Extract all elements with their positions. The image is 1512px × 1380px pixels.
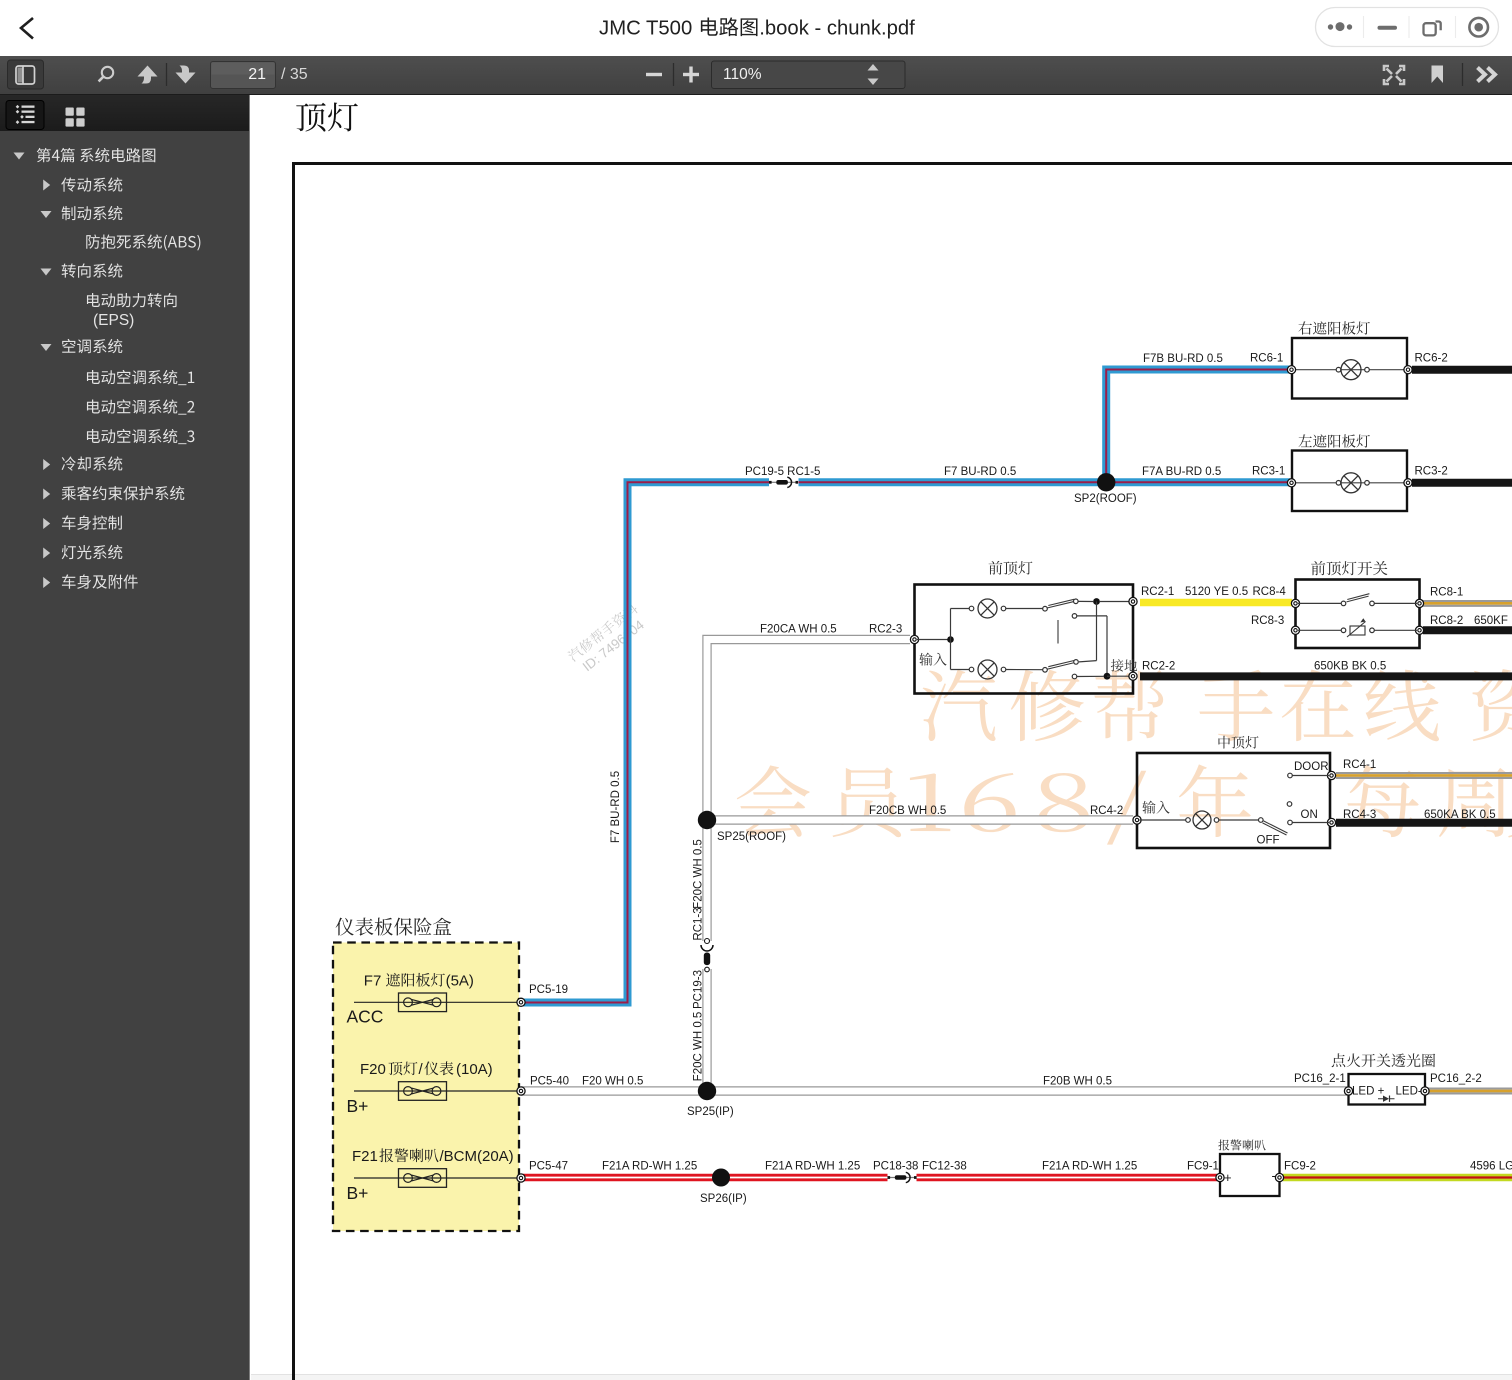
svg-text:ACC: ACC [347, 1007, 384, 1027]
svg-text:RC8-1: RC8-1 [1430, 587, 1463, 599]
svg-text:F7: F7 [364, 973, 382, 990]
svg-text:OFF: OFF [1257, 835, 1280, 847]
svg-text:PC16_2-2: PC16_2-2 [1430, 1073, 1482, 1085]
svg-text:F21: F21 [352, 1148, 378, 1165]
svg-text:650KA BK 0.5: 650KA BK 0.5 [1424, 809, 1496, 821]
svg-text:JMC T500: JMC T500 [599, 18, 692, 40]
svg-text:RC8-3: RC8-3 [1251, 615, 1284, 627]
svg-text:F20CB WH 0.5: F20CB WH 0.5 [869, 805, 946, 817]
svg-text:F7A BU-RD 0.5: F7A BU-RD 0.5 [1142, 466, 1221, 478]
svg-text:RC4-3: RC4-3 [1343, 809, 1376, 821]
svg-text:F7 BU-RD 0.5: F7 BU-RD 0.5 [944, 466, 1016, 478]
svg-text:FC9-1: FC9-1 [1187, 1161, 1219, 1173]
svg-text:RC6-1: RC6-1 [1250, 353, 1283, 365]
svg-text:F20 WH 0.5: F20 WH 0.5 [582, 1076, 643, 1088]
svg-text:SP26(IP): SP26(IP) [700, 1193, 747, 1205]
svg-text:SP25(ROOF): SP25(ROOF) [717, 831, 786, 843]
svg-text:PC5-47: PC5-47 [529, 1161, 568, 1173]
svg-text:ON: ON [1301, 809, 1318, 821]
svg-text:F7B BU-RD 0.5: F7B BU-RD 0.5 [1143, 353, 1223, 365]
svg-text:F20: F20 [360, 1061, 386, 1078]
svg-text:B+: B+ [347, 1096, 369, 1116]
svg-text:RC4-2: RC4-2 [1090, 805, 1123, 817]
svg-text:PC19-5 RC1-5: PC19-5 RC1-5 [745, 466, 820, 478]
svg-text:RC2-2: RC2-2 [1142, 661, 1175, 673]
svg-text:F20C WH 0.5: F20C WH 0.5 [693, 839, 705, 909]
svg-text:PC5-19: PC5-19 [529, 984, 568, 996]
svg-text:PC18-38: PC18-38 [873, 1161, 918, 1173]
svg-text:650KF BK 0.5: 650KF BK 0.5 [1474, 615, 1512, 627]
svg-text:PC19-3: PC19-3 [693, 970, 705, 1009]
svg-text:LED +: LED + [1352, 1086, 1385, 1098]
svg-text:FC9-2: FC9-2 [1284, 1161, 1316, 1173]
svg-text:+: + [1224, 1170, 1232, 1185]
svg-text:RC3-2: RC3-2 [1415, 466, 1448, 478]
svg-text:PC16_2-1: PC16_2-1 [1294, 1073, 1346, 1085]
svg-text:PC5-40: PC5-40 [530, 1076, 569, 1088]
svg-text:B+: B+ [347, 1183, 369, 1203]
svg-text:F21A RD-WH 1.25: F21A RD-WH 1.25 [765, 1161, 860, 1173]
svg-text:RC2-3: RC2-3 [869, 624, 902, 636]
svg-text:5120 YE 0.5: 5120 YE 0.5 [1185, 586, 1248, 598]
svg-text:.book - chunk.pdf: .book - chunk.pdf [759, 18, 915, 40]
svg-text:(10A): (10A) [456, 1061, 493, 1078]
svg-text:SP25(IP): SP25(IP) [687, 1106, 734, 1118]
svg-text:F21A RD-WH 1.25: F21A RD-WH 1.25 [602, 1161, 697, 1173]
svg-text:F20C WH 0.5: F20C WH 0.5 [693, 1012, 705, 1082]
svg-text:-: - [1272, 1168, 1276, 1183]
svg-text:F7 BU-RD 0.5: F7 BU-RD 0.5 [610, 771, 622, 843]
svg-text:FC12-38: FC12-38 [922, 1161, 967, 1173]
svg-text:LED-: LED- [1396, 1086, 1422, 1098]
svg-text:(5A): (5A) [446, 973, 474, 990]
svg-text:RC3-1: RC3-1 [1252, 466, 1285, 478]
svg-text:RC1-3: RC1-3 [693, 907, 705, 940]
svg-text:F20B WH 0.5: F20B WH 0.5 [1043, 1076, 1112, 1088]
svg-text:4596 LG: 4596 LG [1470, 1161, 1512, 1173]
svg-text:SP2(ROOF): SP2(ROOF) [1074, 493, 1137, 505]
svg-text:RC6-2: RC6-2 [1415, 353, 1448, 365]
svg-text:/BCM(20A): /BCM(20A) [440, 1148, 514, 1165]
svg-text:RC2-1: RC2-1 [1141, 586, 1174, 598]
svg-text:650KB BK 0.5: 650KB BK 0.5 [1314, 661, 1386, 673]
svg-text:RC8-4: RC8-4 [1253, 586, 1287, 598]
svg-text:RC8-2: RC8-2 [1430, 615, 1463, 627]
svg-text:(EPS): (EPS) [93, 312, 134, 329]
svg-text:RC4-1: RC4-1 [1343, 759, 1376, 771]
svg-text:F21A RD-WH 1.25: F21A RD-WH 1.25 [1042, 1161, 1137, 1173]
svg-text:F20CA WH 0.5: F20CA WH 0.5 [760, 624, 837, 636]
svg-text:DOOR: DOOR [1294, 761, 1329, 773]
